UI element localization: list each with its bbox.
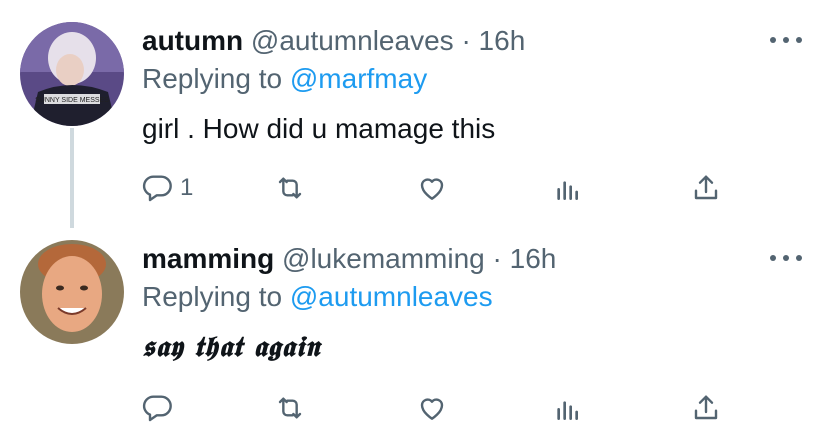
analytics-icon	[557, 401, 578, 420]
reply-icon	[142, 395, 172, 422]
username[interactable]: @autumnleaves	[251, 25, 454, 56]
analytics-button[interactable]	[552, 170, 584, 206]
retweet-button[interactable]	[274, 170, 306, 206]
retweet-button[interactable]	[274, 390, 306, 426]
replying-to-mention[interactable]: @marfmay	[290, 63, 427, 94]
separator: ·	[461, 25, 471, 56]
username[interactable]: @lukemamming	[282, 243, 485, 274]
more-icon[interactable]	[770, 248, 802, 268]
replying-to: Replying to @marfmay	[142, 62, 427, 96]
tweet-text: girl . How did u mamage this	[142, 113, 496, 144]
tweet-text: 𝖘𝖆𝖞 𝖙𝖍𝖆𝖙 𝖆𝖌𝖆𝖎𝖓	[142, 330, 321, 363]
retweet-icon	[278, 177, 302, 199]
tweet[interactable]: SUNNY SIDE MESSES autumn @autumnleaves ·…	[0, 0, 828, 228]
share-button[interactable]	[690, 170, 722, 206]
action-bar	[140, 390, 740, 426]
share-button[interactable]	[690, 390, 722, 426]
timestamp[interactable]: 16h	[510, 243, 557, 274]
thread-line	[70, 128, 74, 228]
avatar-photo: SUNNY SIDE MESSES	[20, 22, 124, 126]
tweet-header: mamming @lukemamming · 16h	[142, 242, 556, 276]
retweet-icon	[278, 397, 302, 419]
like-icon	[420, 398, 444, 420]
action-bar: 1	[140, 170, 740, 206]
like-icon	[420, 178, 444, 200]
display-name[interactable]: autumn	[142, 25, 243, 56]
reply-button[interactable]	[142, 390, 180, 426]
share-icon	[694, 395, 718, 420]
avatar-photo	[20, 240, 124, 344]
share-icon	[694, 175, 718, 200]
like-button[interactable]	[416, 390, 448, 426]
replying-to-label: Replying to	[142, 281, 283, 312]
reply-icon	[142, 175, 172, 202]
timestamp[interactable]: 16h	[479, 25, 526, 56]
tweet-header: autumn @autumnleaves · 16h	[142, 24, 525, 58]
avatar[interactable]	[20, 240, 124, 344]
reply-button[interactable]: 1	[142, 170, 193, 206]
svg-text:SUNNY SIDE MESSES: SUNNY SIDE MESSES	[35, 97, 109, 104]
separator: ·	[492, 243, 502, 274]
replying-to: Replying to @autumnleaves	[142, 280, 493, 314]
avatar[interactable]: SUNNY SIDE MESSES	[20, 22, 124, 126]
analytics-button[interactable]	[552, 390, 584, 426]
replying-to-mention[interactable]: @autumnleaves	[290, 281, 493, 312]
more-icon[interactable]	[770, 30, 802, 50]
tweet[interactable]: mamming @lukemamming · 16h Replying to @…	[0, 222, 828, 441]
replying-to-label: Replying to	[142, 63, 283, 94]
display-name[interactable]: mamming	[142, 243, 274, 274]
like-button[interactable]	[416, 170, 448, 206]
analytics-icon	[557, 181, 578, 200]
reply-count: 1	[180, 174, 194, 201]
